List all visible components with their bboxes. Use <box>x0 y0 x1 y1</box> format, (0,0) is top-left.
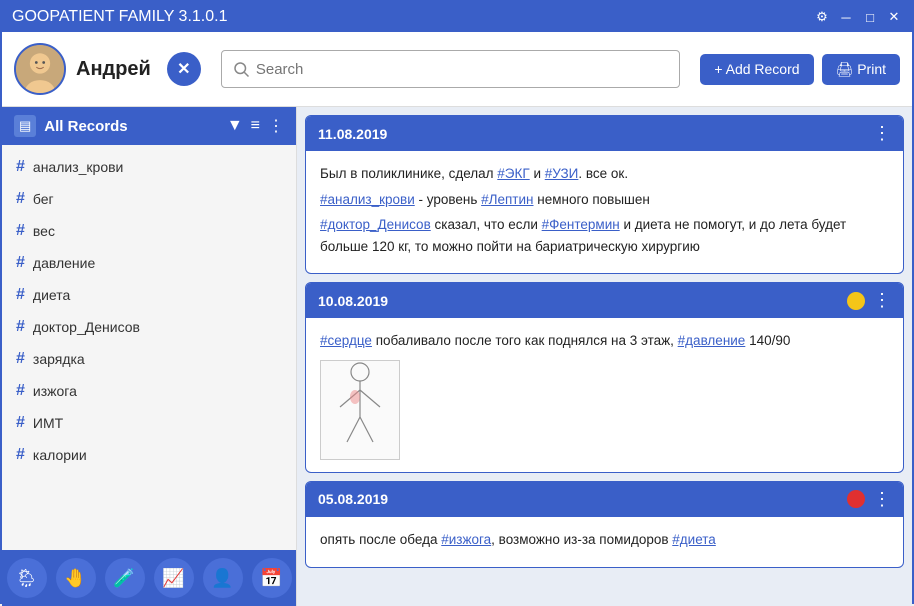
record-card: 11.08.2019 ⋮ Был в поликлинике, сделал #ЭК… <box>305 115 904 274</box>
maximize-icon[interactable]: □ <box>862 10 878 25</box>
record-list: 11.08.2019 ⋮ Был в поликлинике, сделал #ЭК… <box>297 107 912 606</box>
settings-icon[interactable]: ⚙ <box>814 9 830 25</box>
search-box[interactable] <box>221 50 680 88</box>
hash-icon: # <box>16 254 25 272</box>
sidebar-tag-item[interactable]: #бег <box>2 183 296 215</box>
sidebar-tag-item[interactable]: #диета <box>2 279 296 311</box>
record-body: Был в поликлинике, сделал #ЭКГ и #УЗИ. в… <box>306 151 903 273</box>
more-icon[interactable]: ⋮ <box>268 116 284 136</box>
header-actions: + Add Record 🖨 Print <box>700 54 900 85</box>
avatar <box>14 43 66 95</box>
all-records-icon: ▤ <box>14 115 36 137</box>
search-icon <box>232 60 250 78</box>
window-controls: ⚙ ─ □ ✕ <box>814 9 902 25</box>
record-tag-link[interactable]: #анализ_крови <box>320 192 415 207</box>
title-bar: GOOPATIENT FAMILY 3.1.0.1 ⚙ ─ □ ✕ <box>2 2 912 32</box>
close-user-button[interactable]: ✕ <box>167 52 201 86</box>
record-text-line: #доктор_Денисов сказал, что если #Фентер… <box>320 214 889 257</box>
sidebar-tag-item[interactable]: #давление <box>2 247 296 279</box>
record-card: 05.08.2019 ⋮ опять после обеда #изжога, во… <box>305 481 904 568</box>
record-card: 10.08.2019 ⋮ #сердце побаливало после того… <box>305 282 904 473</box>
record-header: 11.08.2019 ⋮ <box>306 116 903 151</box>
filter-icon[interactable]: ▼ <box>227 117 243 135</box>
add-record-button[interactable]: + Add Record <box>700 54 813 85</box>
record-text-line: Был в поликлинике, сделал #ЭКГ и #УЗИ. в… <box>320 163 889 185</box>
record-tag-link[interactable]: #сердце <box>320 333 372 348</box>
hash-icon: # <box>16 286 25 304</box>
sidebar: ▤ All Records ▼ ≡ ⋮ #анализ_крови#бег#ве… <box>2 107 297 606</box>
hash-icon: # <box>16 190 25 208</box>
record-header: 05.08.2019 ⋮ <box>306 482 903 517</box>
record-date: 05.08.2019 <box>318 491 839 507</box>
record-tag-link[interactable]: #Лептин <box>481 192 533 207</box>
sidebar-tag-list: #анализ_крови#бег#вес#давление#диета#док… <box>2 145 296 550</box>
sidebar-tag-item[interactable]: #изжога <box>2 375 296 407</box>
sidebar-tag-item[interactable]: #ИМТ <box>2 407 296 439</box>
chart-nav-icon[interactable]: 📈 <box>154 558 194 598</box>
main-layout: ▤ All Records ▼ ≡ ⋮ #анализ_крови#бег#ве… <box>2 107 912 606</box>
user-name: Андрей <box>76 58 151 81</box>
sidebar-header: ▤ All Records ▼ ≡ ⋮ <box>2 107 296 145</box>
sidebar-tag-item[interactable]: #доктор_Денисов <box>2 311 296 343</box>
record-body: опять после обеда #изжога, возможно из-з… <box>306 517 903 567</box>
record-tag-link[interactable]: #доктор_Денисов <box>320 217 431 232</box>
record-tag-link[interactable]: #изжога <box>441 532 491 547</box>
record-status-dot <box>847 292 865 310</box>
sidebar-nav: 🌦🤚🧪📈👤📅 <box>2 550 296 606</box>
record-tag-link[interactable]: #давление <box>678 333 746 348</box>
body-svg <box>325 362 395 457</box>
hash-icon: # <box>16 382 25 400</box>
record-date: 11.08.2019 <box>318 126 865 142</box>
search-input[interactable] <box>256 61 669 78</box>
hash-icon: # <box>16 350 25 368</box>
hash-icon: # <box>16 414 25 432</box>
sort-icon[interactable]: ≡ <box>251 117 260 135</box>
record-date: 10.08.2019 <box>318 293 839 309</box>
app-title: GOOPATIENT FAMILY 3.1.0.1 <box>12 8 227 26</box>
sidebar-tag-item[interactable]: #калории <box>2 439 296 471</box>
record-menu-button[interactable]: ⋮ <box>873 123 891 144</box>
record-tag-link[interactable]: #Фентермин <box>542 217 620 232</box>
sidebar-tag-item[interactable]: #анализ_крови <box>2 151 296 183</box>
print-button[interactable]: 🖨 Print <box>822 54 900 85</box>
calendar-nav-icon[interactable]: 📅 <box>252 558 292 598</box>
hash-icon: # <box>16 158 25 176</box>
record-text-line: #анализ_крови - уровень #Лептин немного … <box>320 189 889 211</box>
record-menu-button[interactable]: ⋮ <box>873 290 891 311</box>
record-body: #сердце побаливало после того как поднял… <box>306 318 903 472</box>
record-text-line: опять после обеда #изжога, возможно из-з… <box>320 529 889 551</box>
record-menu-button[interactable]: ⋮ <box>873 489 891 510</box>
sidebar-tag-item[interactable]: #вес <box>2 215 296 247</box>
handprint-nav-icon[interactable]: 🤚 <box>56 558 96 598</box>
close-icon[interactable]: ✕ <box>886 9 902 25</box>
record-tag-link[interactable]: #ЭКГ <box>497 166 529 181</box>
weather-nav-icon[interactable]: 🌦 <box>7 558 47 598</box>
hash-icon: # <box>16 318 25 336</box>
sidebar-actions: ▼ ≡ ⋮ <box>227 116 284 136</box>
header: Андрей ✕ + Add Record 🖨 Print <box>2 32 912 107</box>
record-text-line: #сердце побаливало после того как поднял… <box>320 330 889 352</box>
hash-icon: # <box>16 222 25 240</box>
minimize-icon[interactable]: ─ <box>838 10 854 25</box>
record-header: 10.08.2019 ⋮ <box>306 283 903 318</box>
lab-nav-icon[interactable]: 🧪 <box>105 558 145 598</box>
hash-icon: # <box>16 446 25 464</box>
sidebar-tag-item[interactable]: #зарядка <box>2 343 296 375</box>
record-tag-link[interactable]: #УЗИ <box>545 166 579 181</box>
person-nav-icon[interactable]: 👤 <box>203 558 243 598</box>
body-diagram-image <box>320 360 400 460</box>
all-records-label: All Records <box>44 118 219 135</box>
record-status-dot <box>847 490 865 508</box>
record-tag-link[interactable]: #диета <box>672 532 716 547</box>
